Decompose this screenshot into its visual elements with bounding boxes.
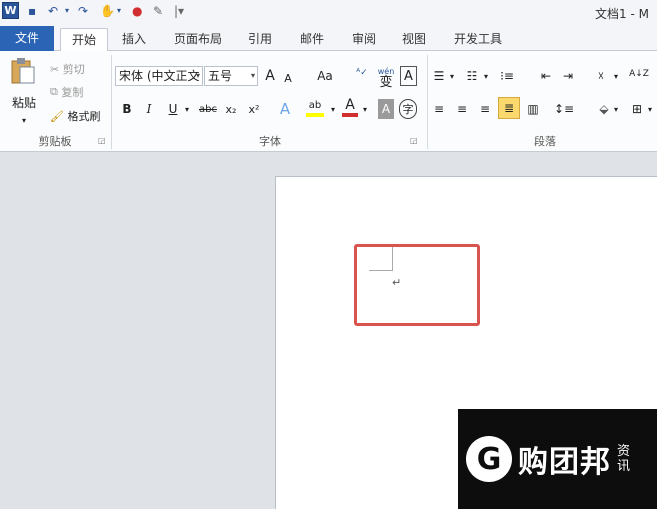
enclose-char-button[interactable]: 字 [399, 99, 417, 119]
chevron-down-icon[interactable]: ▾ [612, 66, 620, 86]
brush-icon[interactable]: ✋ [100, 3, 115, 19]
sort-button[interactable]: A↓Z [629, 64, 649, 84]
tab-review[interactable]: 审阅 [344, 28, 384, 51]
clear-format-icon[interactable]: ᴬ✓ [354, 63, 370, 83]
copy-button[interactable]: ⧉ 复制 [50, 82, 83, 102]
chevron-down-icon[interactable]: ▾ [448, 66, 456, 86]
font-size-combo[interactable]: 五号 ▾ [204, 66, 258, 86]
pinyin-char: 变 [379, 74, 393, 90]
tab-home[interactable]: 开始 [60, 28, 108, 52]
paste-dropdown-icon[interactable]: ▾ [18, 110, 30, 130]
char-border-button[interactable]: A [400, 66, 417, 86]
save-icon[interactable]: ▪ [28, 3, 36, 19]
font-group-label: 字体 [259, 135, 281, 148]
quick-access-toolbar: W ▪ ↶ ▾ ↷ ✋ ▾ ● ✎ |▾ 文档1 - M [0, 0, 657, 24]
paragraph-group-label: 段落 [534, 135, 556, 148]
tab-developer[interactable]: 开发工具 [446, 28, 510, 51]
increase-indent-icon[interactable]: ⇥ [560, 66, 576, 86]
change-case-button[interactable]: Aa [314, 66, 336, 86]
chevron-down-icon[interactable]: ▾ [646, 99, 654, 119]
watermark-brand: 购团邦 [518, 445, 611, 480]
chevron-down-icon[interactable]: ▾ [482, 66, 490, 86]
undo-dropdown-icon[interactable]: ▾ [65, 3, 69, 19]
chevron-down-icon: ▾ [195, 71, 200, 80]
align-left-icon[interactable]: ≡ [432, 99, 446, 119]
chevron-down-icon[interactable]: ▾ [360, 99, 370, 119]
ribbon: 粘贴 ▾ ✂ 剪切 ⧉ 复制 🖌 格式刷 剪贴板 ◲ 宋体 (中文正文 ▾ 五号 ▾… [0, 51, 657, 152]
tab-view[interactable]: 视图 [394, 28, 434, 51]
numbering-icon[interactable]: ☷ [465, 66, 479, 86]
shrink-font-button[interactable]: A [282, 68, 294, 88]
justify-icon[interactable]: ≣ [498, 97, 520, 119]
bold-button[interactable]: B [120, 99, 134, 119]
chinese-layout-icon[interactable]: ☓ [592, 66, 610, 86]
cut-label: 剪切 [62, 63, 85, 76]
chevron-down-icon[interactable]: ▾ [612, 99, 620, 119]
line-spacing-icon[interactable]: ↕≡ [554, 99, 574, 119]
paste-icon[interactable] [10, 57, 36, 85]
tab-mailings[interactable]: 邮件 [292, 28, 332, 51]
chevron-down-icon[interactable]: ▾ [182, 99, 192, 119]
superscript-button[interactable]: x² [246, 99, 262, 119]
strikethrough-button[interactable]: abc [198, 99, 218, 119]
watermark-sub: 资讯 [617, 444, 631, 474]
highlight-box [354, 244, 480, 326]
char-shading-button[interactable]: A [378, 99, 394, 119]
g-logo-icon: G [466, 436, 512, 482]
scissors-icon: ✂ [50, 62, 63, 76]
customize-toolbar-icon[interactable]: |▾ [174, 3, 184, 19]
pen-icon[interactable]: ✎ [153, 3, 163, 19]
window-title: 文档1 - M [595, 7, 649, 21]
chevron-down-icon[interactable]: ▾ [328, 99, 338, 119]
font-name-value: 宋体 (中文正文 [119, 69, 200, 83]
format-painter-icon: 🖌 [50, 109, 68, 123]
font-size-value: 五号 [208, 69, 233, 83]
italic-button[interactable]: I [142, 99, 156, 119]
borders-icon[interactable]: ⊞ [630, 99, 644, 119]
format-painter-button[interactable]: 🖌 格式刷 [50, 106, 100, 126]
multilevel-list-icon[interactable]: ⁝≡ [498, 66, 516, 86]
tab-page-layout[interactable]: 页面布局 [166, 28, 230, 51]
chevron-down-icon: ▾ [250, 71, 255, 80]
ribbon-tabs: 文件 开始 插入 页面布局 引用 邮件 审阅 视图 开发工具 [0, 24, 657, 52]
separator [427, 55, 428, 149]
format-painter-label: 格式刷 [67, 110, 101, 123]
clipboard-launcher-icon[interactable]: ◲ [98, 136, 106, 145]
word-logo-icon: W [2, 2, 19, 19]
watermark: G 购团邦 资讯 [458, 409, 657, 509]
align-right-icon[interactable]: ≡ [478, 99, 492, 119]
distribute-icon[interactable]: ▥ [526, 99, 540, 119]
brush-dropdown-icon[interactable]: ▾ [117, 3, 121, 19]
undo-icon[interactable]: ↶ [48, 3, 58, 19]
separator [111, 55, 112, 149]
shading-icon[interactable]: ⬙ [596, 99, 612, 119]
font-name-combo[interactable]: 宋体 (中文正文 ▾ [115, 66, 203, 86]
text-effects-icon[interactable]: A [276, 99, 294, 119]
color-wheel-icon[interactable]: ● [132, 3, 142, 19]
paste-button[interactable]: 粘贴 [8, 92, 40, 112]
tab-insert[interactable]: 插入 [114, 28, 154, 51]
cut-button[interactable]: ✂ 剪切 [50, 59, 85, 79]
decrease-indent-icon[interactable]: ⇤ [538, 66, 554, 86]
tab-file[interactable]: 文件 [0, 26, 54, 51]
subscript-button[interactable]: x₂ [223, 99, 239, 119]
font-launcher-icon[interactable]: ◲ [410, 136, 418, 145]
copy-label: 复制 [61, 86, 84, 99]
align-center-icon[interactable]: ≡ [455, 99, 469, 119]
clipboard-group-label: 剪贴板 [38, 135, 72, 148]
font-color-button[interactable]: A [342, 97, 358, 117]
grow-font-button[interactable]: A [263, 66, 277, 86]
underline-button[interactable]: U [166, 99, 180, 119]
tab-references[interactable]: 引用 [240, 28, 280, 51]
highlight-color-button[interactable]: ab [306, 97, 324, 117]
redo-icon[interactable]: ↷ [78, 3, 88, 19]
copy-icon: ⧉ [50, 85, 62, 98]
bullets-icon[interactable]: ☰ [432, 66, 446, 86]
